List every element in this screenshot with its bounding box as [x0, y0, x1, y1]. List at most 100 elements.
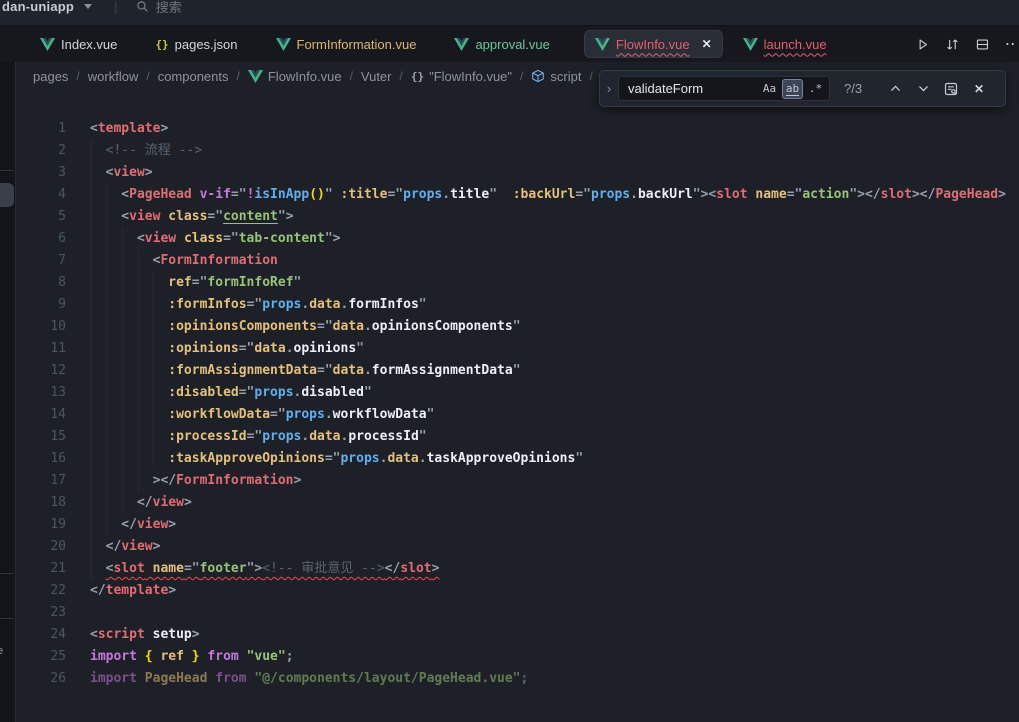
line-number[interactable]: 21 — [16, 558, 66, 580]
line-number[interactable]: 22 — [16, 580, 66, 602]
line-number[interactable]: 24 — [16, 624, 66, 646]
line-number[interactable]: 18 — [16, 492, 66, 514]
breadcrumb-item-script[interactable]: script — [531, 69, 581, 84]
breadcrumb-separator: / — [350, 69, 353, 83]
code-line[interactable]: 2 <!-- 流程 --> — [16, 140, 1019, 162]
chevron-down-icon[interactable] — [84, 4, 92, 9]
code-line[interactable]: 21 <slot name="footer"><!-- 审批意见 --></sl… — [16, 558, 1019, 580]
editor-pane[interactable]: pages/workflow/components/FlowInfo.vue/V… — [16, 62, 1019, 722]
code-line[interactable]: 22</template> — [16, 580, 1019, 602]
code-line[interactable]: 17 ></FormInformation> — [16, 470, 1019, 492]
line-number[interactable]: 10 — [16, 316, 66, 338]
line-number[interactable]: 5 — [16, 206, 66, 228]
code-line[interactable]: 19 </view> — [16, 514, 1019, 536]
code-line[interactable]: 15 :processId="props.data.processId" — [16, 426, 1019, 448]
tab-pages-json[interactable]: {}pages.json — [151, 30, 241, 58]
code-line[interactable]: 24<script setup> — [16, 624, 1019, 646]
tab-launch-vue[interactable]: launch.vue — [739, 30, 831, 58]
regex-toggle[interactable]: .* — [805, 79, 826, 99]
run-icon[interactable] — [915, 36, 930, 53]
code-line[interactable]: 25import { ref } from "vue"; — [16, 646, 1019, 668]
line-number[interactable]: 6 — [16, 228, 66, 250]
tab-index-vue[interactable]: Index.vue — [36, 30, 121, 58]
line-number[interactable]: 12 — [16, 360, 66, 382]
find-results-count: ?/3 — [844, 81, 878, 96]
code-line[interactable]: 4 <PageHead v-if="!isInApp()" :title="pr… — [16, 184, 1019, 206]
line-number[interactable]: 4 — [16, 184, 66, 206]
tab-flowinfo-vue[interactable]: FlowInfo.vue✕ — [584, 30, 723, 58]
toggle-replace-icon[interactable]: › — [600, 71, 618, 106]
code-line[interactable]: 9 :formInfos="props.data.formInfos" — [16, 294, 1019, 316]
close-find-button[interactable]: ✕ — [968, 78, 990, 100]
code-line[interactable]: 5 <view class="content"> — [16, 206, 1019, 228]
code-line[interactable]: 13 :disabled="props.disabled" — [16, 382, 1019, 404]
line-number[interactable]: 23 — [16, 602, 66, 624]
line-number[interactable]: 19 — [16, 514, 66, 536]
breadcrumb-item-pages[interactable]: pages — [33, 69, 68, 84]
whole-word-toggle[interactable]: ab — [782, 79, 803, 99]
breadcrumb-item-vuter[interactable]: Vuter — [361, 69, 392, 84]
code-line[interactable]: 20 </view> — [16, 536, 1019, 558]
line-number[interactable]: 11 — [16, 338, 66, 360]
line-number[interactable]: 8 — [16, 272, 66, 294]
breadcrumb-item--flowinfo-vue-[interactable]: {}"FlowInfo.vue" — [411, 69, 512, 84]
line-number[interactable]: 7 — [16, 250, 66, 272]
tab-label: FormInformation.vue — [297, 37, 417, 52]
code-line[interactable]: 6 <view class="tab-content"> — [16, 228, 1019, 250]
chevron-up-icon — [889, 82, 902, 95]
search-icon — [136, 0, 149, 13]
more-actions-icon[interactable]: ⋯⋯ — [1005, 34, 1017, 54]
code-line[interactable]: 12 :formAssignmentData="data.formAssignm… — [16, 360, 1019, 382]
code-line[interactable]: 3 <view> — [16, 162, 1019, 184]
panel-indicator — [0, 183, 14, 207]
json-icon: {} — [155, 38, 168, 51]
code-line[interactable]: 14 :workflowData="props.workflowData" — [16, 404, 1019, 426]
breadcrumb-item-workflow[interactable]: workflow — [88, 69, 139, 84]
find-query[interactable]: validateForm — [628, 81, 757, 96]
line-number[interactable]: 14 — [16, 404, 66, 426]
close-tab-icon[interactable]: ✕ — [702, 37, 712, 51]
line-number[interactable]: 26 — [16, 668, 66, 690]
tab-label: approval.vue — [475, 37, 549, 52]
error-squiggle: <slot name="footer"><!-- 审批意见 --></slot> — [106, 561, 440, 576]
line-number[interactable]: 15 — [16, 426, 66, 448]
find-input[interactable]: validateForm Aa ab .* — [618, 76, 830, 101]
line-number[interactable]: 16 — [16, 448, 66, 470]
line-number[interactable]: 2 — [16, 140, 66, 162]
previous-match-button[interactable] — [884, 78, 906, 100]
match-case-toggle[interactable]: Aa — [759, 79, 780, 99]
code-line[interactable]: 16 :taskApproveOpinions="props.data.task… — [16, 448, 1019, 470]
code-line[interactable]: 18 </view> — [16, 492, 1019, 514]
breadcrumb-item-flowinfo-vue[interactable]: FlowInfo.vue — [248, 69, 342, 84]
code-line[interactable]: 26import PageHead from "@/components/lay… — [16, 668, 1019, 690]
next-match-button[interactable] — [912, 78, 934, 100]
line-content: <!-- 流程 --> — [90, 140, 202, 162]
code-line[interactable]: 23 — [16, 602, 1019, 624]
line-number[interactable]: 3 — [16, 162, 66, 184]
split-editor-icon[interactable] — [975, 36, 990, 53]
find-in-selection-button[interactable] — [940, 78, 962, 100]
code-area[interactable]: 1<template>2 <!-- 流程 -->3 <view>4 <PageH… — [16, 118, 1019, 722]
line-content: <view> — [90, 162, 153, 184]
compare-changes-icon[interactable] — [945, 36, 960, 53]
tab-forminformation-vue[interactable]: FormInformation.vue — [272, 30, 421, 58]
line-number[interactable]: 20 — [16, 536, 66, 558]
line-number[interactable]: 17 — [16, 470, 66, 492]
line-number[interactable]: 9 — [16, 294, 66, 316]
find-in-selection-icon — [943, 81, 959, 97]
code-line[interactable]: 1<template> — [16, 118, 1019, 140]
code-line[interactable]: 11 :opinions="data.opinions" — [16, 338, 1019, 360]
project-name[interactable]: dan-uniapp — [2, 0, 74, 14]
breadcrumb-item-components[interactable]: components — [158, 69, 229, 84]
line-number[interactable]: 1 — [16, 118, 66, 140]
code-line[interactable]: 7 <FormInformation — [16, 250, 1019, 272]
chevron-down-icon — [917, 82, 930, 95]
line-number[interactable]: 25 — [16, 646, 66, 668]
code-line[interactable]: 8 ref="formInfoRef" — [16, 272, 1019, 294]
code-line[interactable]: 10 :opinionsComponents="data.opinionsCom… — [16, 316, 1019, 338]
line-number[interactable]: 13 — [16, 382, 66, 404]
tab-approval-vue[interactable]: approval.vue — [450, 30, 553, 58]
global-search[interactable]: 搜索 — [136, 0, 182, 16]
tab-bar: Index.vue {}pages.json FormInformation.vue… — [0, 26, 1019, 62]
editor-main: e pages/workflow/components/FlowInfo.vue… — [0, 62, 1019, 722]
